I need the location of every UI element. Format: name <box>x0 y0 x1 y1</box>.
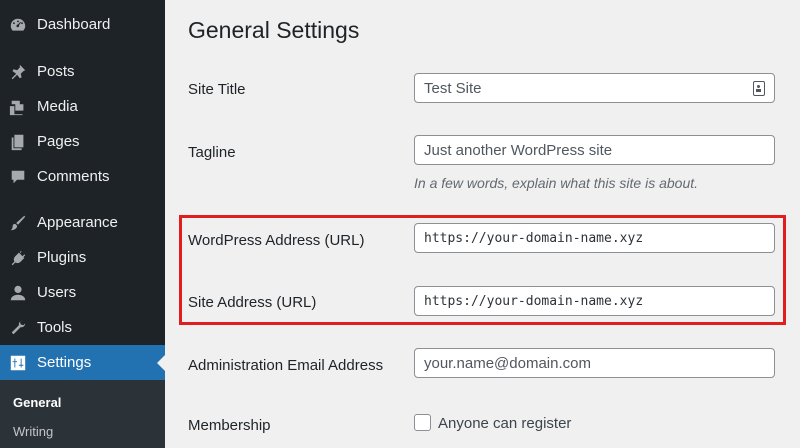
dashboard-icon <box>9 16 27 34</box>
admin-sidebar: Dashboard Posts Media Pages Comments App… <box>0 0 165 448</box>
settings-icon <box>9 354 27 372</box>
anyone-can-register-label[interactable]: Anyone can register <box>438 415 571 432</box>
admin-email-input[interactable]: your.name@domain.com <box>414 348 775 378</box>
sidebar-item-label: Posts <box>37 63 75 80</box>
site-title-label: Site Title <box>188 81 246 98</box>
submenu-item-general[interactable]: General <box>13 395 61 410</box>
sidebar-item-dashboard[interactable]: Dashboard <box>0 7 165 42</box>
admin-email-label: Administration Email Address <box>188 357 384 374</box>
contact-card-icon[interactable] <box>753 81 765 96</box>
tagline-input[interactable]: Just another WordPress site <box>414 135 775 165</box>
sidebar-item-label: Plugins <box>37 249 87 266</box>
user-icon <box>9 284 27 302</box>
sidebar-item-pages[interactable]: Pages <box>0 124 165 159</box>
sidebar-item-label: Appearance <box>37 214 118 231</box>
sidebar-item-users[interactable]: Users <box>0 275 165 310</box>
sidebar-item-label: Users <box>37 284 77 301</box>
page-title: General Settings <box>188 17 360 43</box>
sidebar-item-plugins[interactable]: Plugins <box>0 240 165 275</box>
wordpress-address-input[interactable]: https://your-domain-name.xyz <box>414 223 775 253</box>
sidebar-item-label: Comments <box>37 168 110 185</box>
sidebar-item-settings[interactable]: Settings <box>0 345 165 380</box>
pages-icon <box>9 133 27 151</box>
tagline-description: In a few words, explain what this site i… <box>414 175 699 191</box>
pin-icon <box>9 63 27 81</box>
sidebar-item-appearance[interactable]: Appearance <box>0 205 165 240</box>
comment-icon <box>9 168 27 186</box>
submenu-item-writing[interactable]: Writing <box>13 424 53 439</box>
tagline-label: Tagline <box>188 144 236 161</box>
wordpress-address-value: https://your-domain-name.xyz <box>424 230 644 246</box>
settings-submenu: General Writing <box>0 380 165 448</box>
wordpress-address-label: WordPress Address (URL) <box>188 232 365 249</box>
sidebar-item-label: Tools <box>37 319 73 336</box>
plug-icon <box>9 249 27 267</box>
sidebar-item-label: Settings <box>37 354 92 371</box>
brush-icon <box>9 214 27 232</box>
sidebar-item-label: Media <box>37 98 78 115</box>
site-address-label: Site Address (URL) <box>188 294 317 311</box>
active-indicator-arrow <box>157 355 165 371</box>
sidebar-item-posts[interactable]: Posts <box>0 54 165 89</box>
site-title-value: Test Site <box>424 79 482 97</box>
wrench-icon <box>9 319 27 337</box>
admin-email-value: your.name@domain.com <box>424 354 591 372</box>
sidebar-item-media[interactable]: Media <box>0 89 165 124</box>
site-address-input[interactable]: https://your-domain-name.xyz <box>414 286 775 316</box>
settings-content: General Settings Site Title Test Site Ta… <box>165 0 800 448</box>
site-title-input[interactable]: Test Site <box>414 73 775 103</box>
sidebar-item-tools[interactable]: Tools <box>0 310 165 345</box>
sidebar-item-comments[interactable]: Comments <box>0 159 165 194</box>
membership-label: Membership <box>188 417 271 434</box>
sidebar-item-label: Pages <box>37 133 80 150</box>
tagline-value: Just another WordPress site <box>424 141 613 159</box>
media-icon <box>9 98 27 116</box>
sidebar-item-label: Dashboard <box>37 16 111 33</box>
site-address-value: https://your-domain-name.xyz <box>424 293 644 309</box>
anyone-can-register-checkbox[interactable] <box>414 414 431 431</box>
